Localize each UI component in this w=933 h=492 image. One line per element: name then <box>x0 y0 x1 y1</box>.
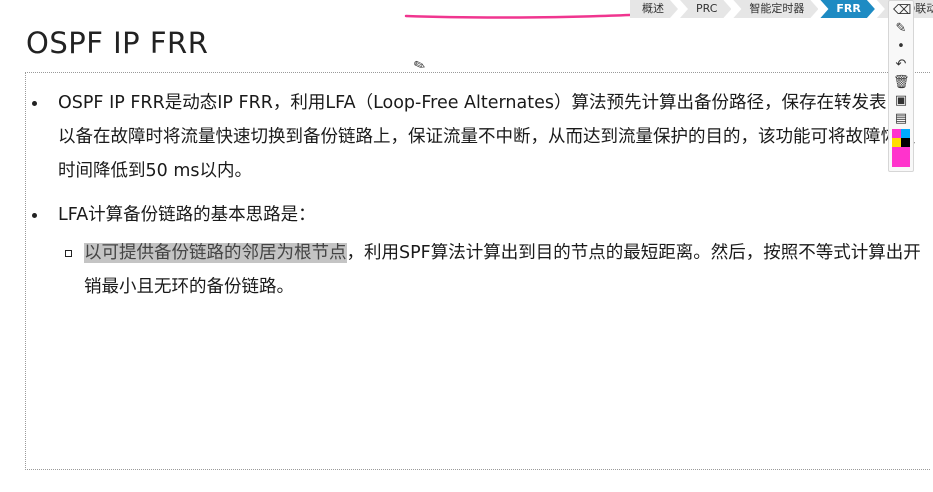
breadcrumb-item-frr[interactable]: FRR <box>820 0 874 18</box>
page-title: OSPF IP FRR <box>26 26 209 60</box>
bullet-dot-icon <box>32 101 37 106</box>
eraser-icon[interactable]: ⌫ <box>893 3 911 19</box>
camera-icon[interactable]: ▣ <box>893 93 909 109</box>
breadcrumb-item-prc[interactable]: PRC <box>680 0 731 18</box>
breadcrumb-item-overview[interactable]: 概述 <box>630 0 678 18</box>
sub-bullet-item: 以可提供备份链路的邻居为根节点，利用SPF算法计算出到目的节点的最短距离。然后，… <box>28 236 928 304</box>
pen-icon[interactable]: ✎ <box>893 21 909 37</box>
bullet-dot-icon <box>32 213 37 218</box>
sub-bullet-square-icon <box>65 250 72 257</box>
bullet-text: LFA计算备份链路的基本思路是： <box>58 205 316 225</box>
annotation-toolbar: ⌫ ✎ • ↶ 🗑 ▣ ▤ <box>888 0 914 172</box>
dot-icon[interactable]: • <box>893 39 909 55</box>
highlighted-text: 以可提供备份链路的邻居为根节点 <box>84 243 347 263</box>
clipboard-icon[interactable]: ▤ <box>893 111 909 127</box>
color-swatch-blue[interactable] <box>901 129 910 138</box>
color-swatch-magenta[interactable] <box>892 147 910 167</box>
color-swatch-yellow[interactable] <box>892 138 901 147</box>
undo-icon[interactable]: ↶ <box>893 57 909 73</box>
slide-content: OSPF IP FRR是动态IP FRR，利用LFA（Loop-Free Alt… <box>28 86 928 304</box>
color-swatch-pink[interactable] <box>892 129 901 138</box>
color-palette-icon[interactable] <box>892 129 910 169</box>
bullet-item: LFA计算备份链路的基本思路是： <box>28 198 928 232</box>
color-swatch-black[interactable] <box>901 138 910 147</box>
bullet-text: OSPF IP FRR是动态IP FRR，利用LFA（Loop-Free Alt… <box>58 93 922 181</box>
breadcrumb-item-timer[interactable]: 智能定时器 <box>733 0 818 18</box>
bullet-item: OSPF IP FRR是动态IP FRR，利用LFA（Loop-Free Alt… <box>28 86 928 188</box>
trash-icon[interactable]: 🗑 <box>893 75 910 91</box>
